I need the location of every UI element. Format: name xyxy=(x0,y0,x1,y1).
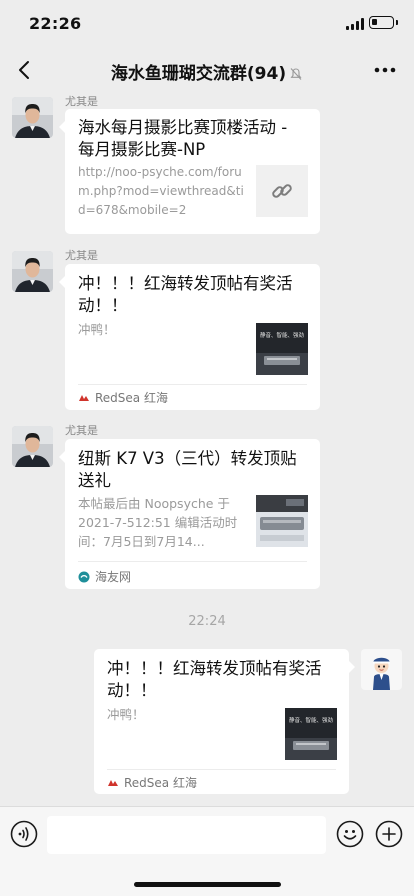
card-title: 海水每月摄影比赛顶楼活动 - 每月摄影比赛-NP xyxy=(78,118,288,159)
chat-timestamp: 22:24 xyxy=(188,614,226,629)
plus-button[interactable] xyxy=(375,820,403,848)
card-source-name: RedSea 红海 xyxy=(95,391,168,405)
status-bar: 22:26 xyxy=(0,0,414,46)
back-button[interactable] xyxy=(10,56,38,84)
more-button[interactable] xyxy=(368,56,402,84)
battery-level xyxy=(372,19,378,25)
plus-icon xyxy=(375,820,403,848)
card-source: RedSea 红海 xyxy=(78,389,168,406)
signal-icon xyxy=(346,18,364,30)
chat-title: 海水鱼珊瑚交流群(94) xyxy=(70,59,344,84)
redsea-logo-icon xyxy=(79,394,89,401)
thumb-caption: 静音、智能、强劲 xyxy=(260,331,305,339)
card-source-name: RedSea 红海 xyxy=(124,776,197,790)
sender-name: 尤其是 xyxy=(65,249,98,262)
bell-muted-icon xyxy=(290,68,302,80)
ellipsis-icon xyxy=(374,67,396,73)
battery-icon xyxy=(369,16,394,29)
redsea-logo-icon xyxy=(108,779,118,786)
card-divider xyxy=(78,384,307,385)
article-thumbnail: 静音、智能、强劲 xyxy=(256,323,308,375)
haiyou-logo-icon xyxy=(78,571,90,582)
card-title: 冲！！！红海转发顶帖有奖活动！！ xyxy=(107,659,322,700)
sender-avatar[interactable] xyxy=(12,426,53,467)
link-icon xyxy=(272,184,292,198)
card-source: 海友网 xyxy=(78,568,131,585)
sender-avatar[interactable] xyxy=(12,251,53,292)
article-thumbnail: 静音、智能、强劲 xyxy=(285,708,337,760)
card-title: 冲！！！红海转发顶帖有奖活动！！ xyxy=(78,274,293,315)
card-title: 纽斯 K7 V3（三代）转发顶贴送礼 xyxy=(78,449,297,490)
card-description: 冲鸭！ xyxy=(78,322,116,337)
chat-title-text: 海水鱼珊瑚交流群(94) xyxy=(110,64,287,84)
my-article-card-message[interactable]: 冲！！！红海转发顶帖有奖活动！！ 冲鸭！ 静音、智能、强劲 RedSea 红海 xyxy=(94,649,355,794)
voice-icon xyxy=(10,820,38,848)
status-time: 22:26 xyxy=(29,14,82,33)
thumb-caption: 静音、智能、强劲 xyxy=(289,716,334,724)
chevron-left-icon xyxy=(19,61,29,79)
sender-avatar[interactable] xyxy=(12,97,53,138)
card-description: 本帖最后由 Noopsyche 于 2021-7-512:51 编辑活动时间：7… xyxy=(78,496,238,549)
sender-name: 尤其是 xyxy=(65,95,98,108)
battery-cap xyxy=(396,20,398,25)
article-card-message[interactable]: 冲！！！红海转发顶帖有奖活动！！ 冲鸭！ 静音、智能、强劲 RedSea 红海 xyxy=(59,264,320,410)
sender-name: 尤其是 xyxy=(65,424,98,437)
message-input[interactable] xyxy=(47,816,326,854)
card-divider xyxy=(78,561,307,562)
article-thumbnail xyxy=(256,495,308,547)
card-source: RedSea 红海 xyxy=(107,774,197,791)
card-source-name: 海友网 xyxy=(95,570,132,584)
emoji-icon xyxy=(336,820,364,848)
chat-header: 海水鱼珊瑚交流群(94) xyxy=(0,46,414,94)
my-avatar[interactable] xyxy=(361,649,402,690)
card-divider xyxy=(107,769,336,770)
card-url: http://noo-psyche.com/forum.php?mod=view… xyxy=(78,165,244,217)
article-card-message[interactable]: 纽斯 K7 V3（三代）转发顶贴送礼 本帖最后由 Noopsyche 于 202… xyxy=(59,439,320,589)
link-card-message[interactable]: 海水每月摄影比赛顶楼活动 - 每月摄影比赛-NP http://noo-psyc… xyxy=(59,109,320,234)
home-indicator xyxy=(134,882,281,887)
emoji-button[interactable] xyxy=(336,820,364,848)
link-thumbnail xyxy=(256,165,308,217)
voice-button[interactable] xyxy=(10,820,38,848)
card-description: 冲鸭！ xyxy=(107,707,145,722)
